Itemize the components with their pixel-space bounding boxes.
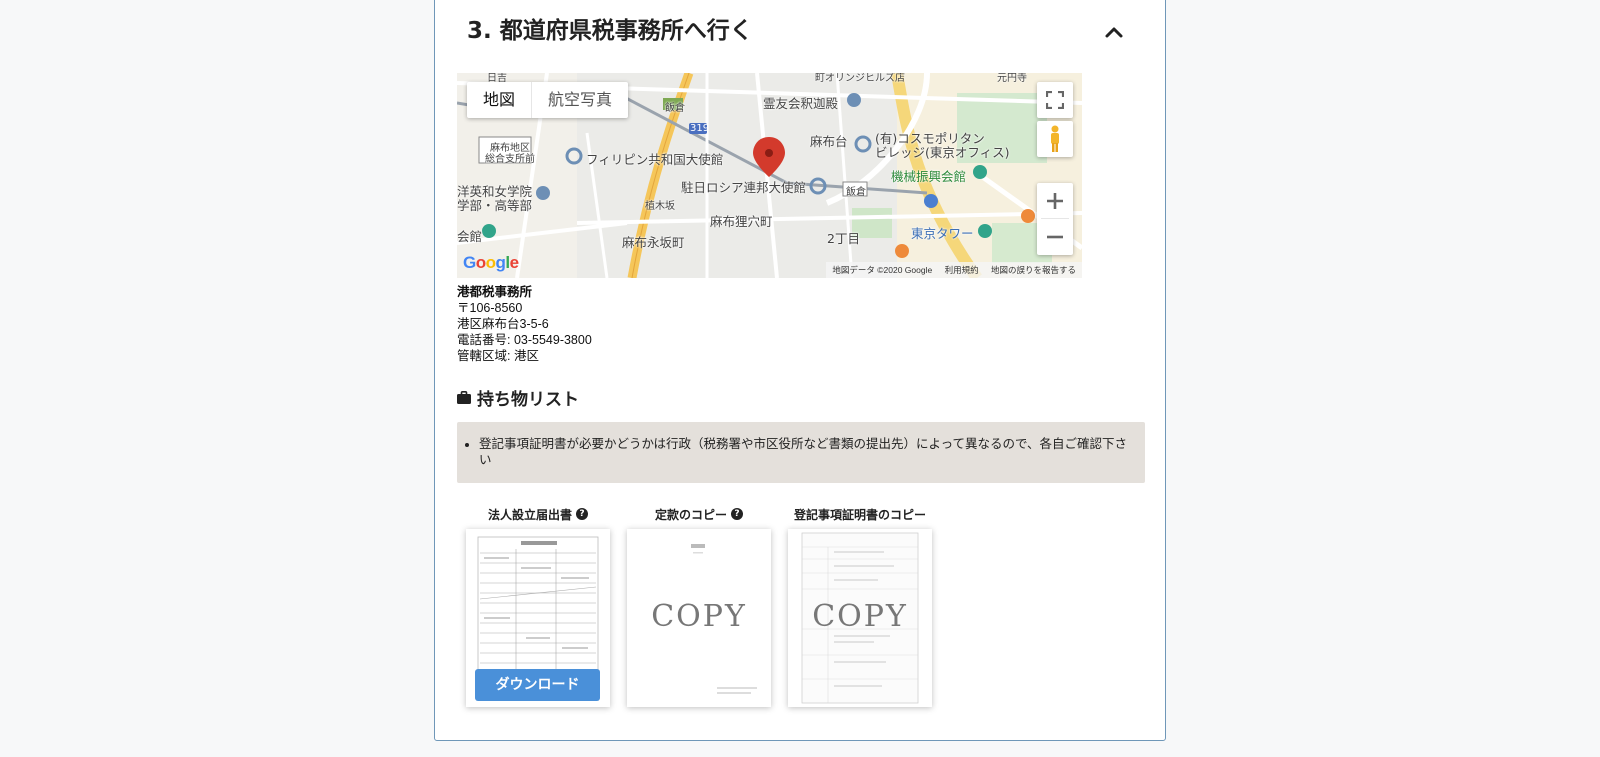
question-circle-icon[interactable]: ? bbox=[731, 508, 743, 520]
document-title: 定款のコピー bbox=[654, 507, 727, 522]
map-label-nagasaka: 麻布永坂町 bbox=[622, 235, 685, 250]
zoom-in-button[interactable] bbox=[1041, 183, 1069, 219]
map-label-narukizaka: 植木坂 bbox=[645, 201, 675, 212]
zoom-controls bbox=[1037, 183, 1073, 255]
google-logo: Google bbox=[463, 253, 519, 272]
document-label: 登記事項証明書のコピー bbox=[788, 505, 932, 523]
step-title: 3. 都道府県税事務所へ行く bbox=[467, 18, 753, 44]
office-address: 港区麻布台3-5-6 bbox=[457, 317, 549, 331]
map-label-iikura-1: 飯倉 bbox=[665, 103, 685, 114]
map-type-satellite-button[interactable]: 航空写真 bbox=[531, 82, 628, 118]
checklist-note-box: 登記事項証明書が必要かどうかは行政（税務署や市区役所など書類の提出先）によって異… bbox=[457, 422, 1145, 483]
street-view-button[interactable] bbox=[1037, 121, 1073, 157]
pegman-icon bbox=[1051, 125, 1059, 152]
map-terms-link[interactable]: 利用規約 bbox=[945, 265, 979, 275]
office-postal-code: 〒106-8560 bbox=[457, 301, 523, 315]
map-type-switcher: 地図 航空写真 bbox=[467, 82, 629, 118]
map-report-link[interactable]: 地図の誤りを報告する bbox=[991, 265, 1076, 275]
map-label-kan: 会館 bbox=[457, 229, 483, 244]
map-label-top-2: 元円寺 bbox=[997, 73, 1027, 84]
copy-stamp: COPY bbox=[651, 599, 747, 634]
zoom-out-button[interactable] bbox=[1041, 219, 1069, 255]
office-name: 港都税事務所 bbox=[457, 285, 533, 299]
checklist-title: 持ち物リスト bbox=[477, 390, 579, 410]
map-route-319: 319 bbox=[690, 123, 710, 134]
document-thumbnail[interactable]: COPY bbox=[788, 529, 932, 707]
map-label-mamiana: 麻布狸穴町 bbox=[710, 214, 773, 229]
office-phone: 電話番号: 03-5549-3800 bbox=[457, 333, 592, 347]
document-title: 登記事項証明書のコピー bbox=[793, 507, 926, 522]
map-label-kikai: 機械振興会館 bbox=[891, 169, 967, 184]
download-button[interactable]: ダウンロード bbox=[475, 669, 600, 701]
map-label-top-1: 町オリンジヒルズ店 bbox=[815, 73, 905, 84]
copy-stamp: COPY bbox=[812, 599, 908, 634]
fullscreen-icon bbox=[1046, 91, 1064, 109]
office-info: 港都税事務所 〒106-8560 港区麻布台3-5-6 電話番号: 03-554… bbox=[457, 284, 592, 364]
document-thumbnail[interactable]: ダウンロード bbox=[466, 529, 610, 707]
document-thumbnail[interactable]: COPY bbox=[627, 529, 771, 707]
map-label-toyoeiwa-2: 学部・高等部 bbox=[457, 198, 533, 213]
office-jurisdiction: 管轄区域: 港区 bbox=[457, 349, 539, 363]
map-embed[interactable]: 霊友会釈迦殿 麻布台 (有)コスモポリタン ビレッジ(東京オフィス) フィリピン… bbox=[457, 73, 1082, 278]
map-type-map-button[interactable]: 地図 bbox=[467, 82, 531, 118]
plus-icon bbox=[1047, 192, 1063, 209]
map-label-reiyukai: 霊友会釈迦殿 bbox=[763, 96, 839, 111]
document-label: 法人設立届出書 ? bbox=[466, 505, 610, 523]
map-label-cosmopolitan-2: ビレッジ(東京オフィス) bbox=[875, 145, 1010, 160]
map-label-azabudai: 麻布台 bbox=[810, 134, 848, 149]
step-panel: 3. 都道府県税事務所へ行く 霊友会釈迦殿 麻布台 (有)コスモポリタン ビレッ… bbox=[434, 0, 1166, 741]
map-label-iikura-2: 飯倉 bbox=[846, 187, 866, 198]
fullscreen-button[interactable] bbox=[1037, 82, 1073, 118]
map-label-nichome: 2丁目 bbox=[827, 231, 860, 246]
map-data-credit: 地図データ ©2020 Google bbox=[832, 265, 933, 275]
map-label-tokyo-tower: 東京タワー bbox=[911, 226, 974, 241]
map-label-minato-chiku-2: 総合支所前 bbox=[485, 154, 535, 165]
checklist-note: 登記事項証明書が必要かどうかは行政（税務署や市区役所など書類の提出先）によって異… bbox=[479, 436, 1131, 468]
checklist-heading: 持ち物リスト bbox=[457, 385, 579, 410]
document-card-registry: 登記事項証明書のコピー COPY bbox=[788, 505, 932, 707]
minus-icon bbox=[1047, 235, 1063, 239]
document-card-incorporation: 法人設立届出書 ? ダウンロード bbox=[466, 505, 610, 707]
map-label-russia: 駐日ロシア連邦大使館 bbox=[681, 180, 807, 195]
question-circle-icon[interactable]: ? bbox=[576, 508, 588, 520]
chevron-up-icon[interactable] bbox=[1103, 23, 1125, 41]
map-attribution: 地図データ ©2020 Google 利用規約 地図の誤りを報告する bbox=[826, 262, 1082, 278]
map-label-philippine: フィリピン共和国大使館 bbox=[586, 152, 724, 167]
document-card-articles: 定款のコピー ? COPY bbox=[627, 505, 771, 707]
document-title: 法人設立届出書 bbox=[487, 507, 572, 522]
document-label: 定款のコピー ? bbox=[627, 505, 771, 523]
briefcase-icon bbox=[457, 391, 471, 404]
